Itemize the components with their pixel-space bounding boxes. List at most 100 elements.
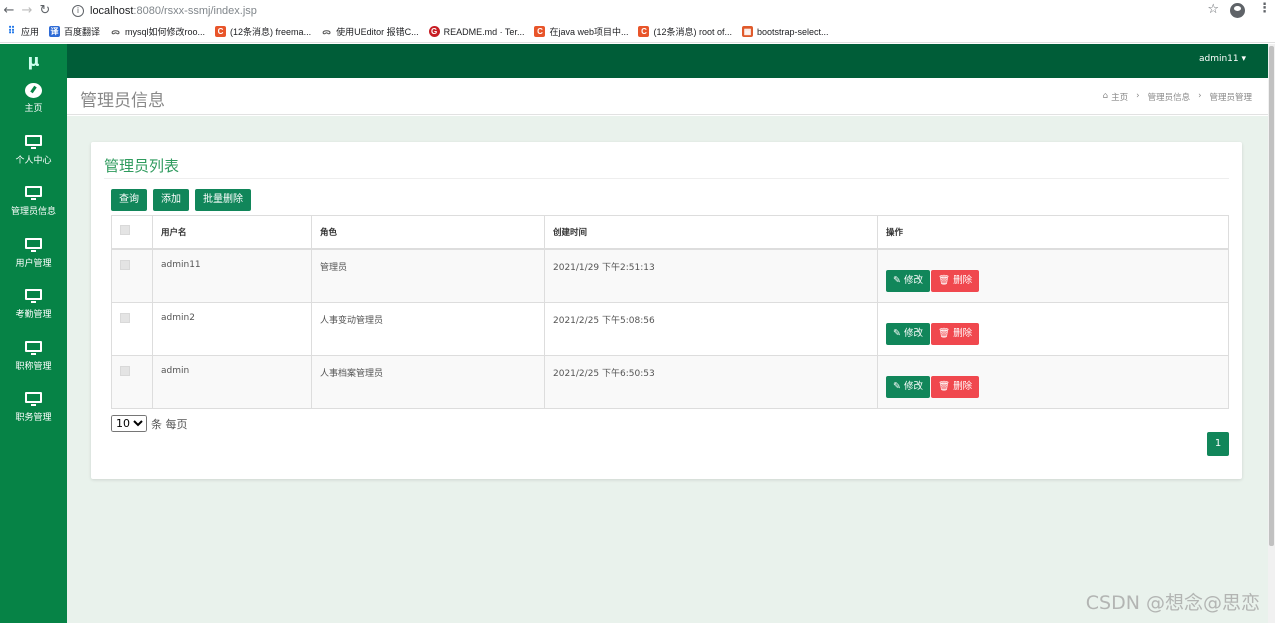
column-header-actions: 操作 xyxy=(877,215,1229,250)
admin-list-panel: 管理员列表 查询 添加 批量删除 用户名 角色 创建时间 操作 admin11 … xyxy=(91,142,1242,479)
chevron-right-icon: › xyxy=(1136,91,1140,101)
bookmark-label: (12条消息) freema... xyxy=(230,27,312,37)
bookmark-label: 应用 xyxy=(21,27,40,37)
bookmark-label: bootstrap-select... xyxy=(757,26,829,37)
cell-created: 2021/2/25 下午5:08:56 xyxy=(544,301,878,356)
profile-icon[interactable] xyxy=(1230,3,1245,18)
sidebar-item-users[interactable]: 用户管理 xyxy=(0,232,67,284)
dashboard-icon xyxy=(25,83,42,98)
cell-role: 人事档案管理员 xyxy=(311,354,545,409)
sidebar-item-label: 考勤管理 xyxy=(15,310,52,320)
trash-icon: 🗑 xyxy=(938,274,951,286)
cell-actions: ✎ 修改 🗑 删除 xyxy=(877,354,1229,409)
bookmark-root-of[interactable]: C (12条消息) root of... xyxy=(638,25,732,38)
chevron-right-icon: › xyxy=(1198,91,1202,101)
edit-button[interactable]: ✎ 修改 xyxy=(886,375,931,398)
breadcrumb-home[interactable]: 主页 xyxy=(1111,91,1128,103)
row-checkbox[interactable] xyxy=(120,312,130,323)
select-all-checkbox[interactable] xyxy=(120,225,130,236)
bookmark-ueditor[interactable]: ᯅ 使用UEditor 报错C... xyxy=(321,25,419,38)
edit-button[interactable]: ✎ 修改 xyxy=(886,269,931,292)
delete-button[interactable]: 🗑 删除 xyxy=(931,322,980,345)
sidebar-item-label: 职务管理 xyxy=(15,413,52,423)
batch-delete-button[interactable]: 批量删除 xyxy=(195,189,251,211)
bookmark-baidu-translate[interactable]: 译百度翻译 xyxy=(49,25,100,38)
sidebar-item-attendance[interactable]: 考勤管理 xyxy=(0,283,67,335)
url-host: localhost xyxy=(90,4,134,17)
table-row: admin 人事档案管理员 2021/2/25 下午6:50:53 ✎ 修改 🗑 … xyxy=(111,354,1229,409)
reload-icon[interactable]: ↻ xyxy=(36,3,54,18)
monitor-icon xyxy=(25,392,42,406)
bookmark-apps[interactable]: ⠿ 应用 xyxy=(6,25,39,38)
sidebar: μ 主页 个人中心 管理员信息 用户管理 考勤管理 职称管理 职务管理 xyxy=(0,44,67,623)
page-header: 管理员信息 ⌂ 主页 › 管理员信息 › 管理员管理 xyxy=(67,78,1268,115)
monitor-icon xyxy=(25,237,42,252)
breadcrumb-admin-info[interactable]: 管理员信息 xyxy=(1148,91,1191,103)
cell-username: admin2 xyxy=(152,301,312,356)
table-header-row: 用户名 角色 创建时间 操作 xyxy=(111,215,1229,250)
apps-grid-icon: ⠿ xyxy=(7,26,16,37)
sidebar-item-label: 职称管理 xyxy=(15,361,52,372)
table-row: admin2 人事变动管理员 2021/2/25 下午5:08:56 ✎ 修改 🗑… xyxy=(111,301,1229,356)
user-menu[interactable]: admin11 ▾ xyxy=(1199,54,1246,64)
delete-button[interactable]: 🗑 删除 xyxy=(931,375,980,398)
baidu-translate-icon: 译 xyxy=(49,26,61,37)
forward-arrow-icon[interactable]: → xyxy=(18,3,36,18)
page-size-control: 10 条 每页 xyxy=(111,415,188,432)
per-page-label: 条 每页 xyxy=(151,417,188,431)
url-field[interactable]: localhost:8080/rsxx-ssmj/index.jsp xyxy=(90,5,257,17)
edit-label: 修改 xyxy=(904,327,924,339)
bookmark-label: 百度翻译 xyxy=(64,27,101,37)
column-header-role: 角色 xyxy=(311,215,545,250)
sidebar-item-home[interactable]: 主页 xyxy=(0,77,67,129)
url-path: :8080/rsxx-ssmj/index.jsp xyxy=(133,4,257,17)
delete-button[interactable]: 🗑 删除 xyxy=(931,269,980,292)
row-checkbox[interactable] xyxy=(120,259,130,270)
delete-label: 删除 xyxy=(953,380,973,392)
delete-label: 删除 xyxy=(953,327,973,339)
row-select-cell xyxy=(111,354,153,409)
bookmark-label: 使用UEditor 报错C... xyxy=(336,27,419,37)
trash-icon: 🗑 xyxy=(938,327,951,339)
bookmark-readme[interactable]: G README.md · Ter... xyxy=(428,26,524,37)
bookmark-star-icon[interactable]: ☆ xyxy=(1207,2,1219,17)
bookmark-label: (12条消息) root of... xyxy=(653,27,733,37)
bookmark-label: mysql如何修改roo... xyxy=(125,27,206,37)
mysql-icon: ᯅ xyxy=(111,27,120,36)
row-checkbox[interactable] xyxy=(120,365,130,376)
cell-role: 人事变动管理员 xyxy=(311,301,545,356)
edit-button[interactable]: ✎ 修改 xyxy=(886,322,931,345)
bookmark-mysql[interactable]: ᯅ mysql如何修改roo... xyxy=(110,25,205,38)
bookmark-java-web[interactable]: C 在java web项目中... xyxy=(534,25,628,38)
query-button[interactable]: 查询 xyxy=(111,189,147,211)
sidebar-item-admin-info[interactable]: 管理员信息 xyxy=(0,180,67,232)
select-all-cell xyxy=(111,215,153,250)
gitee-icon: G xyxy=(428,26,440,37)
cell-created: 2021/2/25 下午6:50:53 xyxy=(544,354,878,409)
bookmark-csdn-freemarker[interactable]: C (12条消息) freema... xyxy=(215,25,311,38)
bookmark-bootstrap-select[interactable]: ▦ bootstrap-select... xyxy=(742,26,829,37)
sidebar-item-profile[interactable]: 个人中心 xyxy=(0,129,67,181)
cell-username: admin11 xyxy=(152,248,312,303)
cell-actions: ✎ 修改 🗑 删除 xyxy=(877,248,1229,303)
trash-icon: 🗑 xyxy=(938,380,951,392)
cell-actions: ✎ 修改 🗑 删除 xyxy=(877,301,1229,356)
page-size-select[interactable]: 10 xyxy=(111,415,147,432)
scrollbar-thumb[interactable] xyxy=(1269,46,1274,546)
sidebar-item-label: 主页 xyxy=(24,104,43,114)
page-button-current[interactable]: 1 xyxy=(1207,432,1229,456)
sidebar-item-label: 用户管理 xyxy=(15,258,52,269)
bookmarks-bar: ⠿ 应用 译百度翻译 ᯅ mysql如何修改roo... C (12条消息) free… xyxy=(0,21,1275,43)
sidebar-item-positions[interactable]: 职务管理 xyxy=(0,386,67,438)
cell-username: admin xyxy=(152,354,312,409)
monitor-icon xyxy=(25,289,42,303)
add-button[interactable]: 添加 xyxy=(153,189,189,211)
sidebar-item-titles[interactable]: 职称管理 xyxy=(0,335,67,387)
info-icon[interactable]: i xyxy=(72,4,84,17)
monitor-icon xyxy=(25,134,42,149)
browser-address-bar: ← → ↻ i localhost:8080/rsxx-ssmj/index.j… xyxy=(0,0,1275,21)
back-arrow-icon[interactable]: ← xyxy=(0,3,18,18)
row-select-cell xyxy=(111,248,153,303)
app-logo[interactable]: μ xyxy=(0,44,67,77)
more-menu-icon[interactable]: ⋮ xyxy=(1258,1,1271,16)
